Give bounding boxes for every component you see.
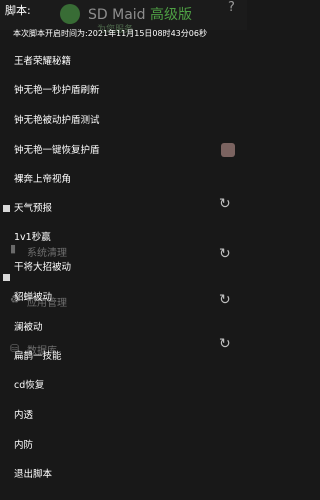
menu-item-ganjiang-passive[interactable]: 干将大招被动 (14, 259, 71, 273)
menu-item-god-view[interactable]: 裸奔上帝视角 (14, 171, 71, 185)
script-menu-header: 脚本: (5, 4, 31, 17)
menu-item-shield-refresh[interactable]: 钟无艳一秒护盾刷新 (14, 82, 100, 96)
menu-item-wzry-cheats[interactable]: 王者荣耀秘籍 (14, 53, 71, 67)
menu-item-cd-restore[interactable]: cd恢复 (14, 377, 44, 391)
menu-item-weather[interactable]: 天气预报 (14, 200, 52, 214)
menu-item-inner-defense[interactable]: 内防 (14, 437, 33, 451)
menu-item-inner-see[interactable]: 内透 (14, 407, 33, 421)
menu-item-shield-test[interactable]: 钟无艳被动护盾测试 (14, 112, 100, 126)
menu-item-lan-passive[interactable]: 澜被动 (14, 319, 43, 333)
menu-item-exit-script[interactable]: 退出脚本 (14, 466, 52, 480)
menu-item-shield-restore[interactable]: 钟无艳一键恢复护盾 (14, 142, 100, 156)
menu-item-bianque-skill[interactable]: 扁鹊一技能 (14, 348, 62, 362)
script-start-time: 本次脚本开启时间为:2021年11月15日08时43分06秒 (13, 29, 207, 38)
script-menu: 脚本: 本次脚本开启时间为:2021年11月15日08时43分06秒 王者荣耀秘… (0, 0, 247, 500)
menu-item-diaochan-passive[interactable]: 貂蝉被动 (14, 289, 52, 303)
menu-item-1v1-win[interactable]: 1v1秒赢 (14, 229, 51, 243)
